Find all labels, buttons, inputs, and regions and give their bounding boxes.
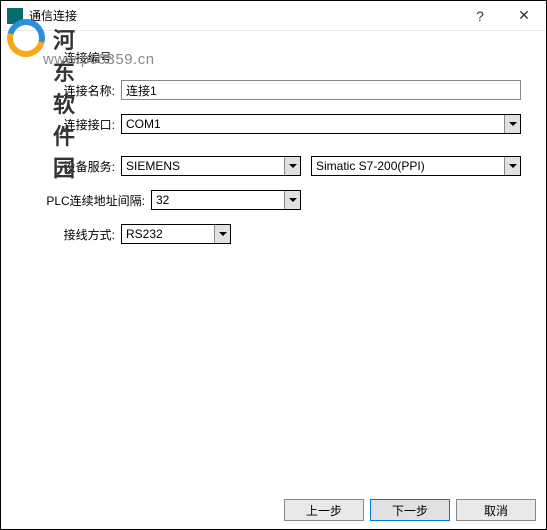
plc-addr-interval-select[interactable]: 32 bbox=[151, 190, 301, 210]
row-conn-name: 连接名称: bbox=[21, 80, 526, 100]
row-plc-addr-interval: PLC连续地址间隔: 32 bbox=[21, 190, 526, 210]
chevron-down-icon[interactable] bbox=[214, 225, 230, 243]
titlebar-buttons: ? ✕ bbox=[458, 1, 546, 31]
form-content: 连接编号: 连接名称: 连接接口: COM1 设备服务: SIEMENS Sim… bbox=[1, 31, 546, 244]
chevron-down-icon[interactable] bbox=[504, 115, 520, 133]
row-conn-port: 连接接口: COM1 bbox=[21, 114, 526, 134]
footer-buttons: 上一步 下一步 取消 bbox=[284, 499, 536, 521]
titlebar: 通信连接 ? ✕ bbox=[1, 1, 546, 31]
window-title: 通信连接 bbox=[29, 7, 458, 24]
row-conn-number: 连接编号: bbox=[21, 49, 526, 66]
cancel-button[interactable]: 取消 bbox=[456, 499, 536, 521]
conn-name-label: 连接名称: bbox=[21, 82, 121, 99]
conn-name-input[interactable] bbox=[121, 80, 521, 100]
row-device-service: 设备服务: SIEMENS Simatic S7-200(PPI) bbox=[21, 156, 526, 176]
device-model-select[interactable]: Simatic S7-200(PPI) bbox=[311, 156, 521, 176]
prev-button[interactable]: 上一步 bbox=[284, 499, 364, 521]
device-service-select[interactable]: SIEMENS bbox=[121, 156, 301, 176]
app-icon bbox=[7, 8, 23, 24]
conn-port-value: COM1 bbox=[122, 117, 504, 131]
conn-port-select[interactable]: COM1 bbox=[121, 114, 521, 134]
device-service-label: 设备服务: bbox=[21, 158, 121, 175]
plc-addr-interval-value: 32 bbox=[152, 193, 284, 207]
next-button[interactable]: 下一步 bbox=[370, 499, 450, 521]
chevron-down-icon[interactable] bbox=[504, 157, 520, 175]
device-service-value: SIEMENS bbox=[122, 159, 284, 173]
wiring-mode-label: 接线方式: bbox=[21, 226, 121, 243]
device-model-value: Simatic S7-200(PPI) bbox=[312, 159, 504, 173]
row-wiring-mode: 接线方式: RS232 bbox=[21, 224, 526, 244]
chevron-down-icon[interactable] bbox=[284, 191, 300, 209]
conn-number-label: 连接编号: bbox=[21, 49, 121, 66]
help-button[interactable]: ? bbox=[458, 1, 502, 31]
close-button[interactable]: ✕ bbox=[502, 1, 546, 31]
conn-port-label: 连接接口: bbox=[21, 116, 121, 133]
chevron-down-icon[interactable] bbox=[284, 157, 300, 175]
wiring-mode-select[interactable]: RS232 bbox=[121, 224, 231, 244]
plc-addr-interval-label: PLC连续地址间隔: bbox=[21, 192, 151, 209]
wiring-mode-value: RS232 bbox=[122, 227, 214, 241]
